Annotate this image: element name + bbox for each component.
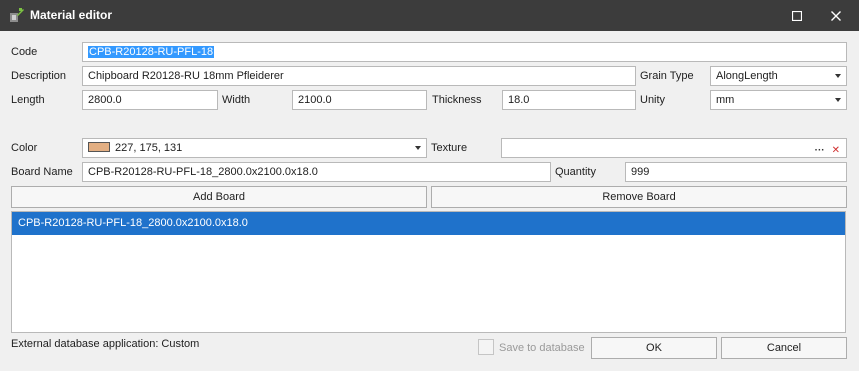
close-icon bbox=[831, 10, 841, 21]
close-button[interactable] bbox=[813, 0, 859, 31]
window-title: Material editor bbox=[30, 8, 113, 22]
remove-board-button[interactable]: Remove Board bbox=[431, 186, 847, 208]
length-input[interactable]: 2800.0 bbox=[82, 90, 218, 110]
title-bar: Material editor bbox=[0, 0, 859, 31]
grain-type-value: AlongLength bbox=[716, 70, 778, 82]
clear-icon[interactable]: ✕ bbox=[832, 142, 840, 157]
app-icon bbox=[10, 8, 24, 22]
unity-label: Unity bbox=[640, 94, 666, 106]
chevron-down-icon bbox=[415, 146, 421, 150]
texture-label: Texture bbox=[431, 142, 468, 154]
ok-button[interactable]: OK bbox=[591, 337, 717, 359]
color-value: 227, 175, 131 bbox=[115, 142, 183, 154]
grain-type-select[interactable]: AlongLength bbox=[710, 66, 847, 86]
code-label: Code bbox=[11, 46, 38, 58]
texture-input[interactable]: ··· ✕ bbox=[501, 138, 847, 158]
board-list[interactable]: CPB-R20128-RU-PFL-18_2800.0x2100.0x18.0 bbox=[11, 211, 846, 333]
browse-icon[interactable]: ··· bbox=[815, 142, 825, 157]
thickness-label: Thickness bbox=[432, 94, 482, 106]
color-label: Color bbox=[11, 142, 38, 154]
maximize-icon bbox=[792, 10, 802, 21]
quantity-label: Quantity bbox=[555, 166, 596, 178]
chevron-down-icon bbox=[835, 74, 841, 78]
cancel-button[interactable]: Cancel bbox=[721, 337, 847, 359]
unity-value: mm bbox=[716, 94, 735, 106]
width-input[interactable]: 2100.0 bbox=[292, 90, 427, 110]
board-name-label: Board Name bbox=[11, 166, 73, 178]
board-name-input[interactable]: CPB-R20128-RU-PFL-18_2800.0x2100.0x18.0 bbox=[82, 162, 551, 182]
thickness-input[interactable]: 18.0 bbox=[502, 90, 636, 110]
description-input[interactable]: Chipboard R20128-RU 18mm Pfleiderer bbox=[82, 66, 636, 86]
code-input[interactable]: CPB-R20128-RU-PFL-18 bbox=[82, 42, 847, 62]
width-label: Width bbox=[222, 94, 251, 106]
external-db-label: External database application: Custom bbox=[11, 338, 200, 350]
list-item[interactable]: CPB-R20128-RU-PFL-18_2800.0x2100.0x18.0 bbox=[12, 212, 845, 235]
length-label: Length bbox=[11, 94, 45, 106]
color-picker[interactable]: 227, 175, 131 bbox=[82, 138, 427, 158]
save-to-database-label: Save to database bbox=[499, 342, 585, 354]
code-value: CPB-R20128-RU-PFL-18 bbox=[88, 46, 215, 58]
grain-type-label: Grain Type bbox=[640, 70, 694, 82]
color-swatch bbox=[88, 142, 110, 153]
save-to-database-checkbox[interactable] bbox=[478, 339, 494, 355]
unity-select[interactable]: mm bbox=[710, 90, 847, 110]
quantity-input[interactable]: 999 bbox=[625, 162, 847, 182]
add-board-button[interactable]: Add Board bbox=[11, 186, 427, 208]
chevron-down-icon bbox=[835, 98, 841, 102]
description-label: Description bbox=[11, 70, 67, 82]
